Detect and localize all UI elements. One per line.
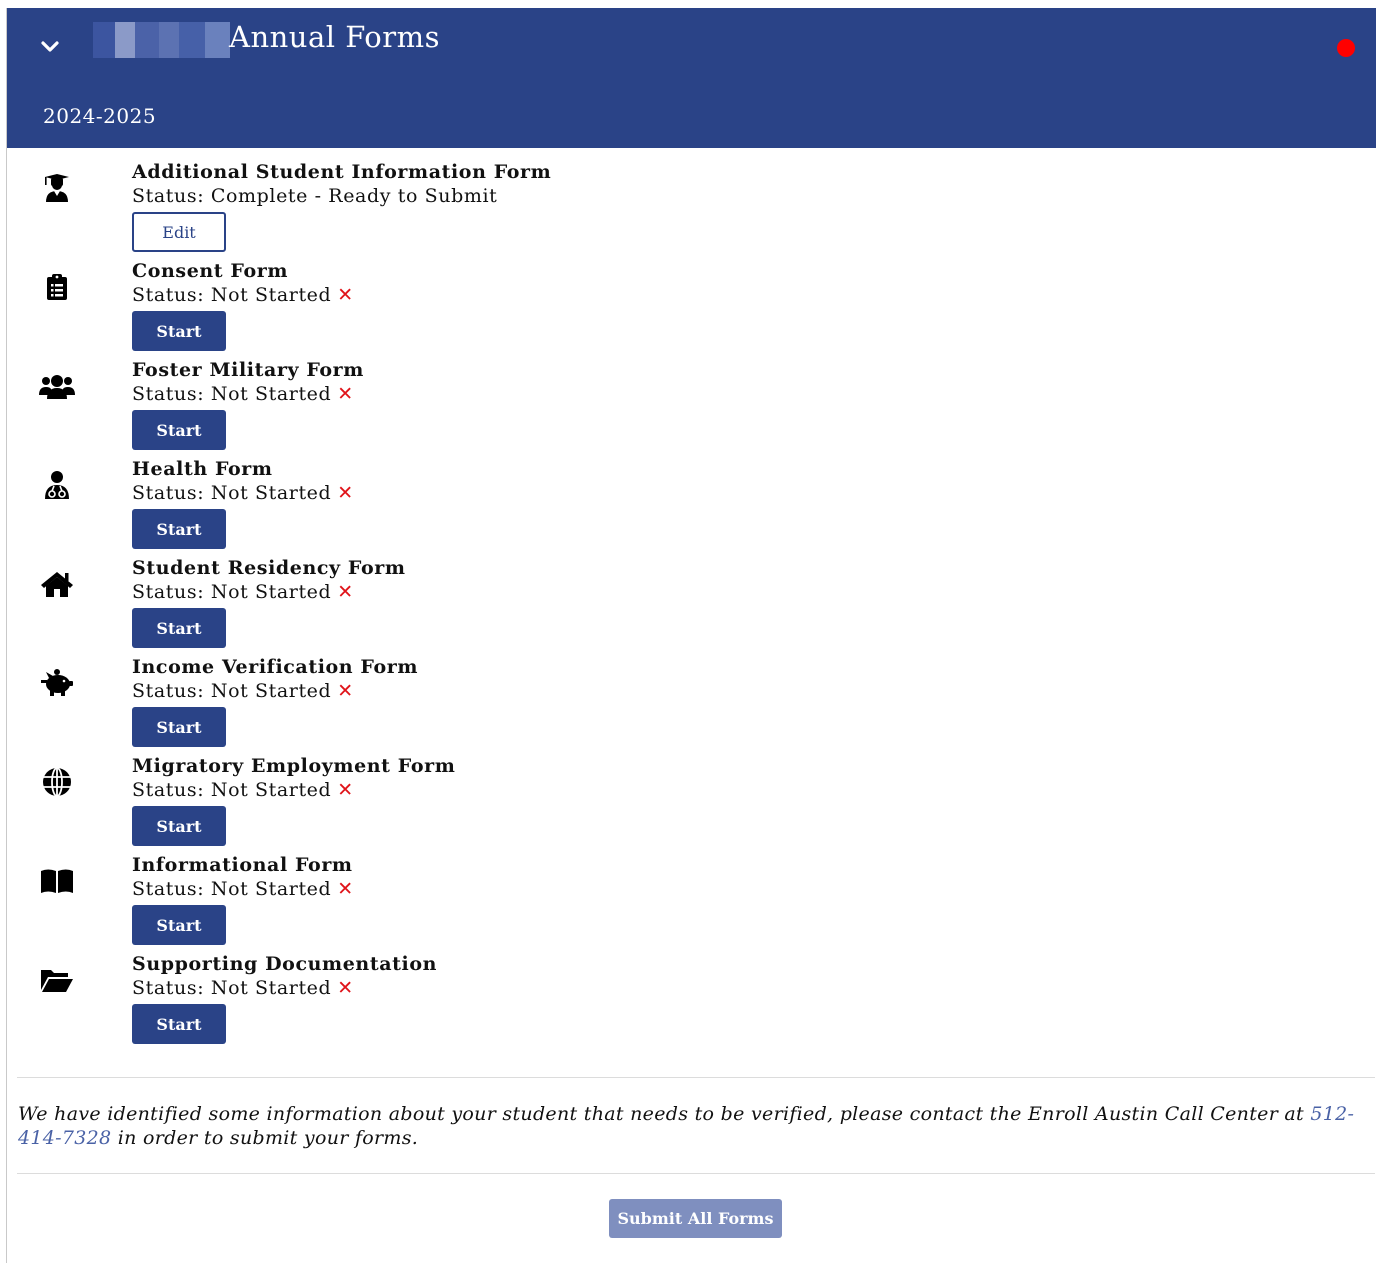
divider <box>17 1173 1375 1174</box>
start-button[interactable]: Start <box>132 509 226 549</box>
form-item: Informational Form Status: Not Started ✕ … <box>7 853 1376 952</box>
redacted-student-name <box>93 22 230 58</box>
clipboard-list-icon <box>39 269 75 305</box>
start-button[interactable]: Start <box>132 905 226 945</box>
form-list: Additional Student Information Form Stat… <box>7 160 1376 1051</box>
piggy-bank-icon <box>39 665 75 701</box>
home-icon <box>39 566 75 602</box>
form-item: Health Form Status: Not Started ✕ Start <box>7 457 1376 556</box>
form-status: Status: Not Started ✕ <box>132 482 354 504</box>
not-started-x-icon: ✕ <box>337 878 354 900</box>
start-button[interactable]: Start <box>132 1004 226 1044</box>
form-name: Informational Form <box>132 854 353 876</box>
form-status: Status: Not Started ✕ <box>132 977 354 999</box>
form-item: Foster Military Form Status: Not Started… <box>7 358 1376 457</box>
form-status: Status: Not Started ✕ <box>132 581 354 603</box>
start-button[interactable]: Start <box>132 311 226 351</box>
form-item: Supporting Documentation Status: Not Sta… <box>7 952 1376 1051</box>
start-button[interactable]: Start <box>132 707 226 747</box>
form-item: Migratory Employment Form Status: Not St… <box>7 754 1376 853</box>
form-status: Status: Complete - Ready to Submit <box>132 185 498 207</box>
divider <box>17 1077 1375 1078</box>
not-started-x-icon: ✕ <box>337 482 354 504</box>
form-name: Consent Form <box>132 260 289 282</box>
not-started-x-icon: ✕ <box>337 680 354 702</box>
form-name: Student Residency Form <box>132 557 406 579</box>
form-name: Health Form <box>132 458 273 480</box>
form-name: Foster Military Form <box>132 359 364 381</box>
form-item: Additional Student Information Form Stat… <box>7 160 1376 259</box>
edit-button[interactable]: Edit <box>132 212 226 252</box>
start-button[interactable]: Start <box>132 806 226 846</box>
page-title: Annual Forms <box>229 20 440 54</box>
form-status: Status: Not Started ✕ <box>132 878 354 900</box>
school-year: 2024-2025 <box>43 104 157 128</box>
annual-forms-panel: Annual Forms 2024-2025 Additional Studen… <box>6 8 1376 1263</box>
not-started-x-icon: ✕ <box>337 284 354 306</box>
form-status: Status: Not Started ✕ <box>132 779 354 801</box>
form-name: Migratory Employment Form <box>132 755 456 777</box>
globe-icon <box>39 764 75 800</box>
not-started-x-icon: ✕ <box>337 581 354 603</box>
start-button[interactable]: Start <box>132 608 226 648</box>
form-name: Additional Student Information Form <box>132 161 552 183</box>
submit-all-forms-button[interactable]: Submit All Forms <box>609 1199 782 1238</box>
folder-open-icon <box>39 962 75 998</box>
form-name: Income Verification Form <box>132 656 419 678</box>
doctor-icon <box>39 467 75 503</box>
form-status: Status: Not Started ✕ <box>132 383 354 405</box>
not-started-x-icon: ✕ <box>337 779 354 801</box>
users-icon <box>39 368 75 404</box>
not-started-x-icon: ✕ <box>337 383 354 405</box>
start-button[interactable]: Start <box>132 410 226 450</box>
book-open-icon <box>39 863 75 899</box>
form-item: Student Residency Form Status: Not Start… <box>7 556 1376 655</box>
status-indicator <box>1337 39 1355 57</box>
form-item: Income Verification Form Status: Not Sta… <box>7 655 1376 754</box>
form-status: Status: Not Started ✕ <box>132 680 354 702</box>
not-started-x-icon: ✕ <box>337 977 354 999</box>
graduate-icon <box>39 170 75 206</box>
form-name: Supporting Documentation <box>132 953 438 975</box>
panel-header: Annual Forms 2024-2025 <box>7 8 1376 148</box>
form-status: Status: Not Started ✕ <box>132 284 354 306</box>
chevron-down-icon[interactable] <box>39 36 61 58</box>
form-item: Consent Form Status: Not Started ✕ Start <box>7 259 1376 358</box>
verification-notice: We have identified some information abou… <box>18 1103 1355 1149</box>
